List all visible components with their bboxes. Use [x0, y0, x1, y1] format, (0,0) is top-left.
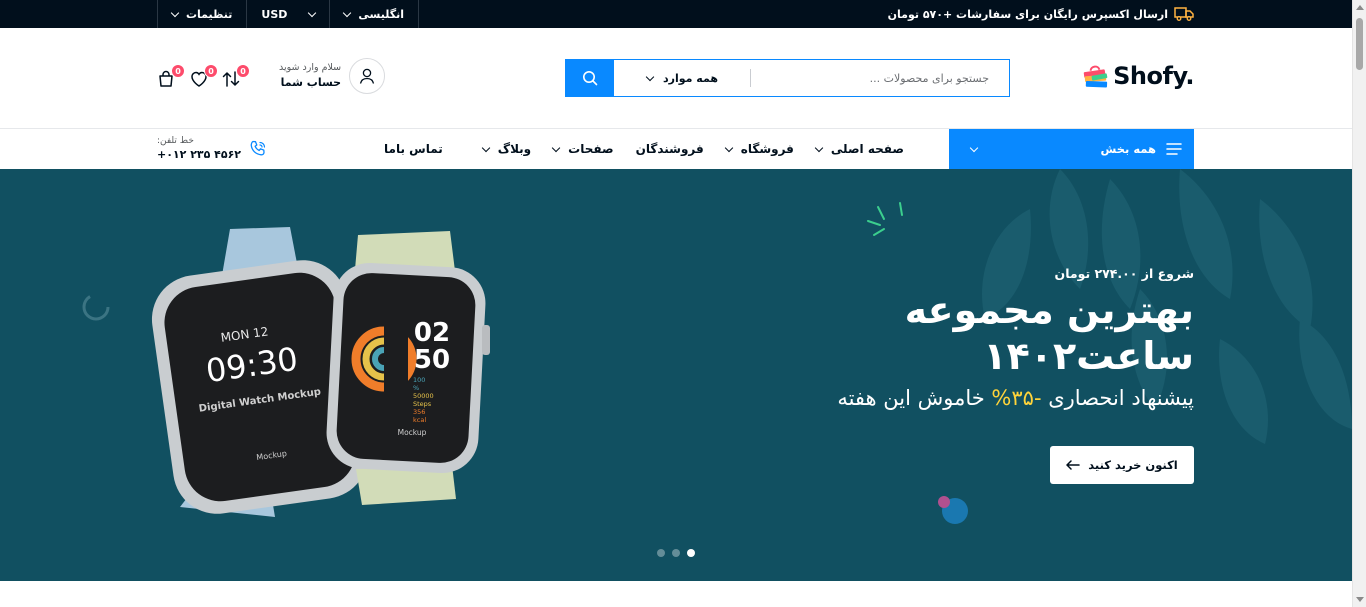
all-categories-button[interactable]: همه بخش — [949, 129, 1194, 169]
hero-content: شروع از ۲۷۴.۰۰ تومان بهترین مجموعه ساعت۱… — [674, 265, 1194, 413]
chevron-down-icon — [551, 143, 561, 152]
logo-bag-icon — [1083, 65, 1108, 87]
chevron-down-icon — [724, 143, 733, 152]
chevron-down-icon — [343, 8, 352, 17]
watch2-stat: 50000 — [413, 392, 434, 400]
watch2-hour: 02 — [414, 318, 450, 348]
nav-item-contact[interactable]: تماس باما — [373, 129, 454, 169]
chevron-down-icon — [308, 8, 317, 17]
nav-item-label: فروشگاه — [740, 142, 794, 156]
shop-now-button[interactable]: اکنون خرید کنید — [1050, 446, 1194, 484]
hero-offer-percent: -۳۵% — [991, 386, 1042, 410]
account-greeting: سلام وارد شوید — [279, 62, 342, 73]
account-menu[interactable]: سلام وارد شوید حساب شما — [279, 58, 386, 94]
truck-icon — [1174, 7, 1194, 21]
scroll-down-icon[interactable] — [1356, 597, 1364, 602]
top-bar: ارسال اکسپرس رایگان برای سفارشات +۵۷۰ تو… — [0, 0, 1352, 28]
hero-offer-suffix: خاموش این هفته — [837, 386, 985, 410]
currency-label: USD — [261, 7, 288, 21]
chevron-down-icon — [170, 8, 180, 17]
hotline-label: خط تلفن: — [157, 136, 194, 146]
cart-count-badge: 0 — [171, 64, 185, 78]
nav-item-shop[interactable]: فروشگاه — [715, 129, 805, 169]
page-scrollbar[interactable] — [1352, 0, 1366, 607]
hero-subtitle: شروع از ۲۷۴.۰۰ تومان — [1054, 266, 1194, 281]
nav-item-label: صفحات — [568, 142, 614, 156]
search-input[interactable] — [751, 60, 1009, 96]
nav-item-label: صفحه اصلی — [830, 142, 904, 156]
watch2-stat: 100 — [413, 376, 425, 384]
watch-green-image: 02 50 100 % 50000 Steps 356 kcal Mockup — [326, 231, 490, 505]
nav-item-blog[interactable]: وبلاگ — [472, 129, 542, 169]
hotline-number: +۰۱۲ ۲۳۵ ۴۵۶۲ — [157, 148, 242, 161]
nav-item-vendors[interactable]: فروشندگان — [625, 129, 715, 169]
page: ارسال اکسپرس رایگان برای سفارشات +۵۷۰ تو… — [0, 0, 1366, 607]
chevron-down-icon — [645, 72, 655, 81]
scroll-up-icon[interactable] — [1356, 5, 1364, 10]
search-category-label: همه موارد — [663, 71, 718, 85]
search-bar: همه موارد — [565, 59, 1010, 97]
nav-item-pages[interactable]: صفحات — [542, 129, 624, 169]
slider-dot[interactable] — [657, 549, 665, 557]
watch2-stat: Steps — [413, 400, 432, 408]
top-bar-options: تنظیمات USD انگلیسی — [157, 0, 419, 28]
chevron-down-icon — [969, 143, 979, 152]
hero-title-line1: بهترین مجموعه — [904, 288, 1194, 332]
slider-dot[interactable] — [672, 549, 680, 557]
all-categories-label: همه بخش — [1100, 142, 1156, 156]
phone-icon — [250, 140, 266, 155]
arrow-left-icon — [1066, 460, 1081, 470]
hero-title: بهترین مجموعه ساعت۱۴۰۲ — [674, 287, 1194, 379]
slider-pagination — [657, 549, 695, 557]
search-icon — [583, 71, 598, 86]
watch2-brand: Mockup — [398, 428, 427, 437]
hero-offer: پیشنهاد انحصاری -۳۵% خاموش این هفته — [674, 383, 1194, 413]
logo[interactable]: Shofy. — [1082, 62, 1194, 90]
language-dropdown[interactable]: انگلیسی — [329, 0, 419, 28]
chevron-down-icon — [814, 143, 824, 152]
logo-text: Shofy. — [1113, 62, 1194, 90]
compare-count-badge: 0 — [236, 64, 250, 78]
account-label: حساب شما — [280, 76, 342, 89]
menu-lines-icon — [1166, 143, 1182, 155]
nav-item-label: وبلاگ — [497, 142, 532, 156]
shop-now-label: اکنون خرید کنید — [1088, 458, 1178, 472]
nav-item-label: تماس باما — [384, 142, 443, 156]
watch2-stat: kcal — [413, 416, 426, 424]
main-header: Shofy. همه موارد سلام وارد شوید حساب شما — [0, 28, 1352, 129]
hero-title-line2: ساعت۱۴۰۲ — [983, 334, 1194, 378]
nav-menu: صفحه اصلی فروشگاه فروشندگان صفحات وبلاگ … — [373, 129, 915, 169]
nav-item-label: فروشندگان — [635, 142, 704, 156]
cart-button[interactable]: 0 — [155, 64, 185, 90]
main-nav: همه بخش صفحه اصلی فروشگاه فروشندگان صفحا… — [0, 129, 1352, 169]
currency-dropdown[interactable]: USD — [246, 0, 329, 28]
compare-button[interactable]: 0 — [220, 64, 250, 90]
shipping-notice: ارسال اکسپرس رایگان برای سفارشات +۵۷۰ تو… — [888, 0, 1194, 28]
watch2-stat: % — [413, 384, 419, 392]
search-category-select[interactable]: همه موارد — [614, 60, 751, 96]
settings-dropdown[interactable]: تنظیمات — [157, 0, 246, 28]
language-label: انگلیسی — [358, 7, 404, 21]
hero-slider: MON 12 09:30 Digital Watch Mockup Mockup… — [0, 169, 1352, 581]
chevron-down-icon — [481, 143, 491, 152]
watch2-min: 50 — [414, 345, 450, 375]
wishlist-count-badge: 0 — [204, 64, 218, 78]
settings-label: تنظیمات — [186, 7, 233, 21]
wishlist-button[interactable]: 0 — [188, 64, 218, 90]
slider-dot-active[interactable] — [687, 549, 695, 557]
scroll-thumb[interactable] — [1356, 18, 1363, 70]
search-button[interactable] — [566, 60, 614, 96]
shipping-text: ارسال اکسپرس رایگان برای سفارشات +۵۷۰ تو… — [887, 7, 1168, 21]
watch2-stat: 356 — [413, 408, 425, 416]
nav-item-home[interactable]: صفحه اصلی — [805, 129, 915, 169]
hero-offer-prefix: پیشنهاد انحصاری — [1048, 386, 1194, 410]
hotline[interactable]: خط تلفن: +۰۱۲ ۲۳۵ ۴۵۶۲ — [157, 135, 267, 162]
user-avatar-icon — [349, 58, 386, 94]
